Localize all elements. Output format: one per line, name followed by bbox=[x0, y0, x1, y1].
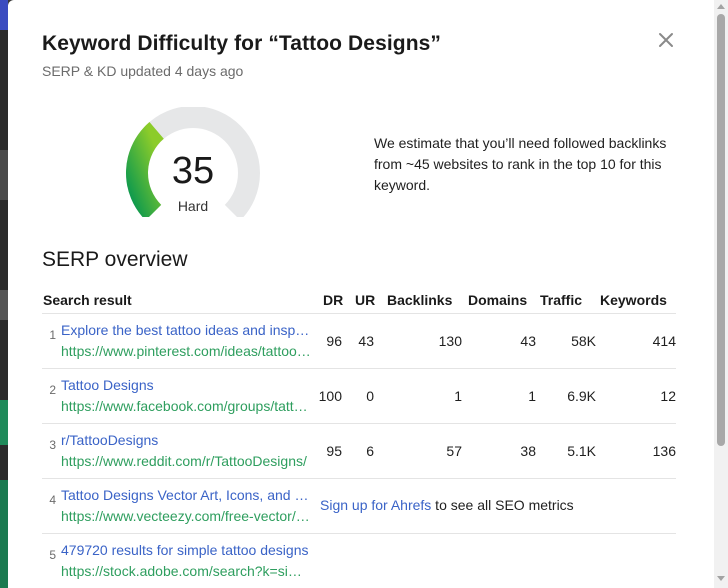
cell-dr: 95 bbox=[326, 443, 342, 459]
cell-domains: 1 bbox=[528, 388, 536, 404]
signup-prompt: Sign up for Ahrefs to see all SEO metric… bbox=[320, 497, 574, 513]
scrollbar[interactable] bbox=[714, 0, 728, 588]
table-row: 3 r/TattooDesigns https://www.reddit.com… bbox=[42, 424, 676, 479]
close-icon bbox=[659, 33, 673, 47]
column-ur[interactable]: UR bbox=[355, 292, 375, 308]
cell-backlinks: 57 bbox=[446, 443, 462, 459]
table-header: Search result DR UR Backlinks Domains Tr… bbox=[42, 288, 676, 314]
column-keywords[interactable]: Keywords bbox=[600, 292, 667, 308]
result-rank: 1 bbox=[49, 328, 56, 342]
close-button[interactable] bbox=[654, 28, 678, 52]
difficulty-label: Hard bbox=[177, 198, 209, 214]
result-title-link[interactable]: Explore the best tattoo ideas and inspir… bbox=[61, 322, 311, 338]
keyword-difficulty-modal: Keyword Difficulty for “Tattoo Designs” … bbox=[8, 0, 714, 588]
cell-ur: 43 bbox=[358, 333, 374, 349]
column-dr[interactable]: DR bbox=[323, 292, 343, 308]
cell-backlinks: 1 bbox=[454, 388, 462, 404]
column-backlinks[interactable]: Backlinks bbox=[387, 292, 452, 308]
modal-subtitle: SERP & KD updated 4 days ago bbox=[42, 63, 244, 79]
table-row: 5 479720 results for simple tattoo desig… bbox=[42, 534, 676, 588]
cell-traffic: 58K bbox=[571, 333, 596, 349]
result-rank: 3 bbox=[49, 438, 56, 452]
result-title-link[interactable]: Tattoo Designs Vector Art, Icons, and Gr… bbox=[61, 487, 311, 503]
cell-ur: 0 bbox=[366, 388, 374, 404]
signup-link[interactable]: Sign up for Ahrefs bbox=[320, 497, 431, 513]
cell-domains: 38 bbox=[520, 443, 536, 459]
cell-keywords: 12 bbox=[660, 388, 676, 404]
scroll-up-arrow-icon[interactable] bbox=[717, 4, 725, 9]
cell-ur: 6 bbox=[366, 443, 374, 459]
result-url-link[interactable]: https://stock.adobe.com/search?k=simple+… bbox=[61, 563, 311, 579]
difficulty-score: 35 bbox=[171, 150, 215, 192]
scroll-down-arrow-icon[interactable] bbox=[717, 576, 725, 581]
serp-overview-title: SERP overview bbox=[42, 248, 188, 271]
table-row: 2 Tattoo Designs https://www.facebook.co… bbox=[42, 369, 676, 424]
result-rank: 2 bbox=[49, 383, 56, 397]
cell-domains: 43 bbox=[520, 333, 536, 349]
cell-backlinks: 130 bbox=[438, 333, 462, 349]
signup-prompt-text: to see all SEO metrics bbox=[431, 497, 574, 513]
background-page-edge bbox=[0, 0, 8, 588]
result-title-link[interactable]: 479720 results for simple tattoo designs bbox=[61, 542, 311, 558]
cell-traffic: 5.1K bbox=[567, 443, 596, 459]
cell-dr: 96 bbox=[326, 333, 342, 349]
serp-table: Search result DR UR Backlinks Domains Tr… bbox=[42, 288, 676, 588]
result-url-link[interactable]: https://www.facebook.com/groups/tattoode… bbox=[61, 398, 311, 414]
modal-title: Keyword Difficulty for “Tattoo Designs” bbox=[42, 32, 442, 55]
column-traffic[interactable]: Traffic bbox=[540, 292, 582, 308]
result-rank: 5 bbox=[49, 548, 56, 562]
result-url-link[interactable]: https://www.reddit.com/r/TattooDesigns/ bbox=[61, 453, 311, 469]
cell-keywords: 136 bbox=[652, 443, 676, 459]
result-title-link[interactable]: Tattoo Designs bbox=[61, 377, 311, 393]
backlink-estimate: We estimate that you’ll need followed ba… bbox=[374, 135, 667, 193]
column-search-result[interactable]: Search result bbox=[43, 292, 132, 308]
result-url-link[interactable]: https://www.pinterest.com/ideas/tattoo-d… bbox=[61, 343, 311, 359]
column-domains[interactable]: Domains bbox=[468, 292, 527, 308]
result-rank: 4 bbox=[49, 493, 56, 507]
cell-keywords: 414 bbox=[652, 333, 676, 349]
result-title-link[interactable]: r/TattooDesigns bbox=[61, 432, 311, 448]
table-row: 1 Explore the best tattoo ideas and insp… bbox=[42, 314, 676, 369]
cell-dr: 100 bbox=[318, 388, 342, 404]
result-url-link[interactable]: https://www.vecteezy.com/free-vector/tat… bbox=[61, 508, 311, 524]
table-row: 4 Tattoo Designs Vector Art, Icons, and … bbox=[42, 479, 676, 534]
cell-traffic: 6.9K bbox=[567, 388, 596, 404]
scrollbar-thumb[interactable] bbox=[717, 14, 725, 446]
